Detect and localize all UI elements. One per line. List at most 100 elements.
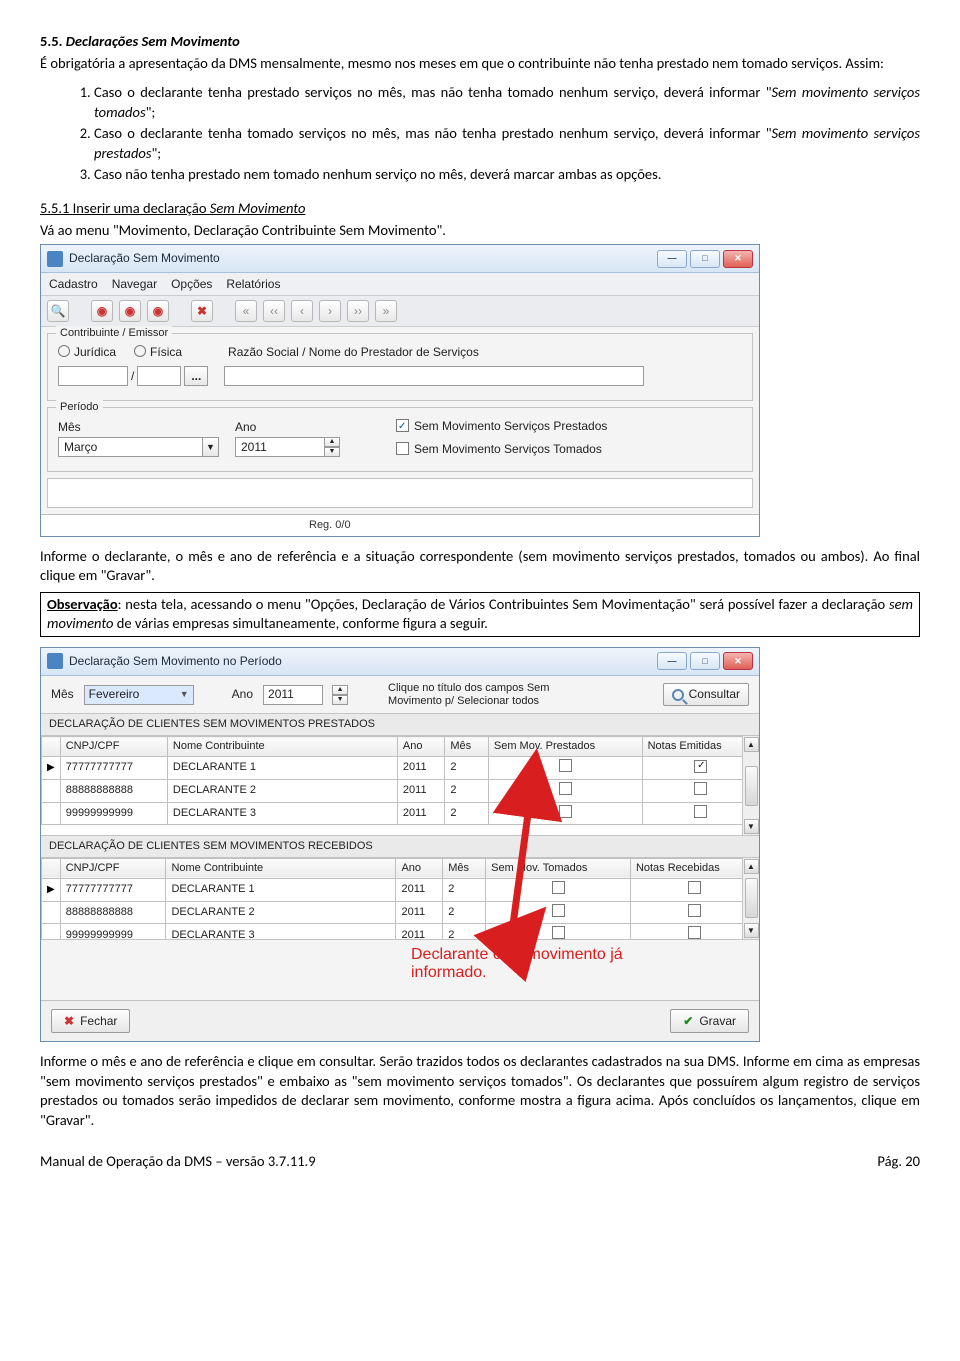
- mes-select[interactable]: Fevereiro▼: [84, 685, 194, 705]
- checkbox[interactable]: [694, 760, 707, 773]
- toolbar-button[interactable]: ◉: [119, 300, 141, 322]
- scrollbar[interactable]: ▲▼: [742, 858, 759, 939]
- ano-spinner[interactable]: ▲▼: [324, 437, 340, 457]
- table-row[interactable]: 88888888888DECLARANTE 220112: [42, 901, 759, 924]
- cnpj-field-left[interactable]: [58, 366, 128, 386]
- col-mes[interactable]: Mês: [443, 858, 486, 878]
- minimize-button[interactable]: —: [657, 652, 687, 670]
- chevron-down-icon[interactable]: ▼: [203, 437, 219, 457]
- checkbox[interactable]: [552, 904, 565, 917]
- group-contribuinte: Contribuinte / Emissor Jurídica Física R…: [47, 333, 753, 401]
- window-declaracao-sem-movimento: Declaração Sem Movimento — □ ✕ Cadastro …: [40, 244, 760, 537]
- text: ";: [151, 144, 161, 162]
- text: Caso o declarante tenha prestado serviço…: [94, 83, 772, 101]
- table-row[interactable]: 99999999999DECLARANTE 320112: [42, 802, 759, 825]
- section-number: 5.5.: [40, 32, 62, 50]
- group-periodo: Período Mês Março ▼ Ano 2011 ▲▼ Sem Movi…: [47, 407, 753, 471]
- checkbox[interactable]: [559, 759, 572, 772]
- maximize-button[interactable]: □: [690, 652, 720, 670]
- menu-navegar[interactable]: Navegar: [112, 276, 157, 292]
- gravar-button[interactable]: ✔Gravar: [670, 1009, 749, 1033]
- section-recebidos-title: DECLARAÇÃO DE CLIENTES SEM MOVIMENTOS RE…: [41, 836, 759, 858]
- checkbox[interactable]: [552, 881, 565, 894]
- group-title: Contribuinte / Emissor: [56, 326, 172, 341]
- toolbar: 🔍 ◉ ◉ ◉ ✖ « ‹‹ ‹ › ›› »: [41, 296, 759, 327]
- callout-text: Declarante com movimento já informado.: [411, 946, 623, 983]
- checkbox[interactable]: [688, 881, 701, 894]
- checkbox[interactable]: [688, 904, 701, 917]
- subsection-text: Vá ao menu "Movimento, Declaração Contri…: [40, 221, 920, 241]
- col-nome[interactable]: Nome Contribuinte: [166, 858, 396, 878]
- nav-prev-icon[interactable]: ‹: [291, 300, 313, 322]
- checkbox-tomados[interactable]: Sem Movimento Serviços Tomados: [396, 441, 607, 457]
- cnpj-field-right[interactable]: [137, 366, 181, 386]
- list-item: Caso o declarante tenha prestado serviço…: [94, 83, 920, 122]
- col-nome[interactable]: Nome Contribuinte: [167, 737, 397, 757]
- col-ano[interactable]: Ano: [396, 858, 443, 878]
- mes-label: Mês: [58, 419, 219, 435]
- radio-fisica[interactable]: Física: [134, 344, 182, 360]
- menubar: Cadastro Navegar Opções Relatórios: [41, 273, 759, 296]
- table-row[interactable]: 99999999999DECLARANTE 320112: [42, 924, 759, 940]
- col-cnpj[interactable]: CNPJ/CPF: [60, 858, 166, 878]
- table-header-row: CNPJ/CPF Nome Contribuinte Ano Mês Sem M…: [42, 737, 759, 757]
- toolbar-button[interactable]: ◉: [91, 300, 113, 322]
- razao-social-field[interactable]: [224, 366, 644, 386]
- radio-juridica[interactable]: Jurídica: [58, 344, 116, 360]
- observation-box: Observação: nesta tela, acessando o menu…: [40, 592, 920, 637]
- scrollbar[interactable]: ▲▼: [742, 736, 759, 835]
- col-cnpj[interactable]: CNPJ/CPF: [60, 737, 167, 757]
- fechar-button[interactable]: ✖Fechar: [51, 1009, 130, 1033]
- intro-paragraph: É obrigatória a apresentação da DMS mens…: [40, 54, 920, 74]
- mes-label: Mês: [51, 686, 74, 702]
- check-icon: ✔: [683, 1013, 693, 1029]
- menu-relatorios[interactable]: Relatórios: [226, 276, 280, 292]
- col-mes[interactable]: Mês: [445, 737, 489, 757]
- ano-spinner[interactable]: ▲▼: [332, 685, 348, 705]
- menu-opcoes[interactable]: Opções: [171, 276, 212, 292]
- close-button[interactable]: ✕: [723, 250, 753, 268]
- toolbar-button[interactable]: ◉: [147, 300, 169, 322]
- nav-next-icon[interactable]: ›: [319, 300, 341, 322]
- checkbox[interactable]: [559, 805, 572, 818]
- titlebar: Declaração Sem Movimento no Período — □ …: [41, 648, 759, 676]
- table-header-row: CNPJ/CPF Nome Contribuinte Ano Mês Sem M…: [42, 858, 759, 878]
- col-ano[interactable]: Ano: [397, 737, 444, 757]
- text: : nesta tela, acessando o menu "Opções, …: [118, 595, 889, 613]
- lookup-button[interactable]: ...: [184, 366, 208, 386]
- table-row[interactable]: ▶77777777777DECLARANTE 120112: [42, 878, 759, 901]
- section-title: Declarações Sem Movimento: [66, 32, 240, 50]
- consultar-button[interactable]: Consultar: [663, 683, 749, 705]
- nav-last-icon[interactable]: »: [375, 300, 397, 322]
- nav-first-icon[interactable]: «: [235, 300, 257, 322]
- checkbox-prestados[interactable]: Sem Movimento Serviços Prestados: [396, 418, 607, 434]
- checkbox[interactable]: [694, 782, 707, 795]
- nav-prev-page-icon[interactable]: ‹‹: [263, 300, 285, 322]
- col-semmov[interactable]: Sem Mov. Tomados: [486, 858, 631, 878]
- chevron-down-icon: ▼: [180, 688, 189, 700]
- button-row: ✖Fechar ✔Gravar: [41, 1000, 759, 1041]
- nav-next-page-icon[interactable]: ››: [347, 300, 369, 322]
- toolbar-cancel-icon[interactable]: ✖: [191, 300, 213, 322]
- footer-left: Manual de Operação da DMS – versão 3.7.1…: [40, 1152, 316, 1172]
- checkbox[interactable]: [552, 926, 565, 939]
- text: Caso o declarante tenha tomado serviços …: [94, 124, 772, 142]
- group-title: Período: [56, 400, 103, 415]
- table-row[interactable]: 88888888888DECLARANTE 220112: [42, 779, 759, 802]
- checkbox[interactable]: [688, 926, 701, 939]
- table-row[interactable]: ▶77777777777DECLARANTE 120112: [42, 756, 759, 779]
- col-notas[interactable]: Notas Recebidas: [630, 858, 758, 878]
- checkbox[interactable]: [694, 805, 707, 818]
- ano-input[interactable]: 2011: [235, 437, 325, 457]
- col-semmov[interactable]: Sem Mov. Prestados: [488, 737, 642, 757]
- maximize-button[interactable]: □: [690, 250, 720, 268]
- app-icon: [47, 251, 63, 267]
- search-icon[interactable]: 🔍: [47, 300, 69, 322]
- menu-cadastro[interactable]: Cadastro: [49, 276, 98, 292]
- ano-input[interactable]: 2011: [263, 685, 323, 705]
- checkbox[interactable]: [559, 782, 572, 795]
- mes-select[interactable]: Março: [58, 437, 203, 457]
- grid-recebidos: CNPJ/CPF Nome Contribuinte Ano Mês Sem M…: [41, 858, 759, 940]
- minimize-button[interactable]: —: [657, 250, 687, 268]
- close-button[interactable]: ✕: [723, 652, 753, 670]
